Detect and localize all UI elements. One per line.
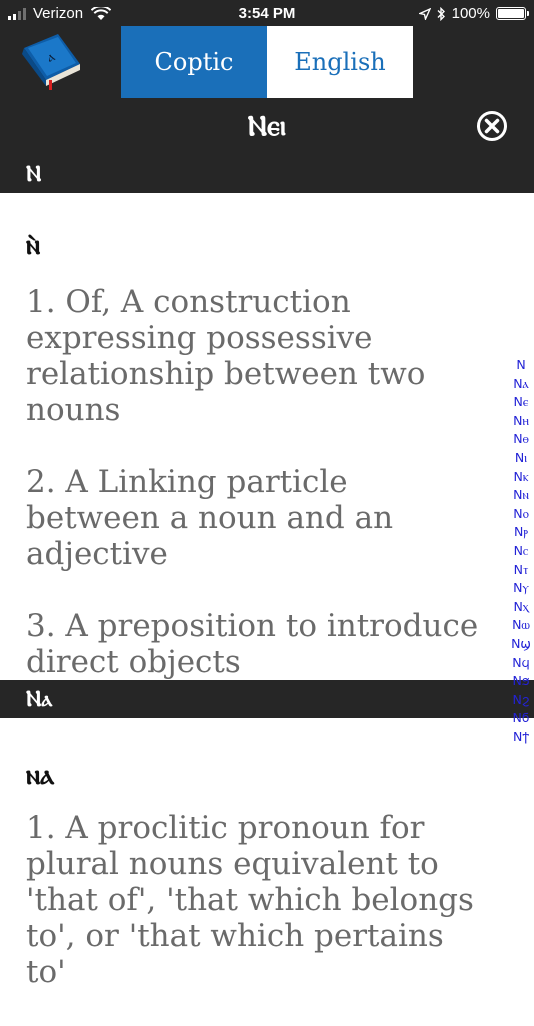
index-item[interactable]: Nⲓ bbox=[515, 449, 527, 468]
definition-list: 1. Of, A construction expressing possess… bbox=[26, 284, 486, 716]
index-item[interactable]: Nⲧ bbox=[514, 561, 529, 580]
page-title: Ⲛⲉⲓ bbox=[247, 109, 287, 142]
index-item[interactable]: Nⲑ bbox=[513, 430, 529, 449]
index-item[interactable]: Nϭ bbox=[513, 709, 530, 728]
status-right: 100% bbox=[418, 5, 529, 22]
index-item[interactable]: Nϧ bbox=[512, 672, 529, 691]
definition-item: 3. A preposition to introduce direct obj… bbox=[26, 608, 479, 680]
section-header: Ⲛⲁ bbox=[0, 680, 534, 718]
index-item[interactable]: Nⲕ bbox=[513, 468, 528, 487]
section-header: Ⲛ bbox=[0, 155, 534, 193]
index-item[interactable]: Nⲣ bbox=[514, 523, 528, 542]
battery-icon bbox=[496, 7, 529, 20]
book-icon[interactable]: ⲁ bbox=[18, 30, 84, 92]
index-item[interactable]: Nϩ bbox=[513, 691, 530, 710]
battery-fill bbox=[498, 9, 524, 18]
index-item[interactable]: Nϯ bbox=[513, 728, 529, 747]
battery-percent: 100% bbox=[451, 5, 490, 22]
entry-word: ⲛ̀ bbox=[26, 228, 41, 261]
definition-list: 1. A proclitic pronoun for plural nouns … bbox=[26, 810, 486, 1026]
definition-item: 1. A proclitic pronoun for plural nouns … bbox=[26, 810, 474, 990]
index-item[interactable]: Nⲟ bbox=[513, 505, 528, 524]
index-item[interactable]: Nⲁ bbox=[513, 375, 529, 394]
language-toggle: Coptic English bbox=[121, 26, 413, 98]
index-item[interactable]: Nⲱ bbox=[512, 616, 530, 635]
index-item[interactable]: Nⲥ bbox=[514, 542, 529, 561]
bluetooth-icon bbox=[437, 6, 445, 21]
index-item[interactable]: Nⲉ bbox=[514, 393, 529, 412]
index-item[interactable]: Nⲏ bbox=[513, 412, 529, 431]
index-item[interactable]: Nϥ bbox=[512, 654, 530, 673]
definition-item: 2. A Linking particle between a noun and… bbox=[26, 464, 394, 572]
location-arrow-icon bbox=[418, 7, 431, 20]
index-item[interactable]: Nⲛ bbox=[513, 486, 529, 505]
index-item[interactable]: N bbox=[516, 356, 525, 375]
status-bar: Verizon 3:54 PM 100% bbox=[0, 0, 534, 28]
tab-coptic[interactable]: Coptic bbox=[121, 26, 267, 98]
index-item[interactable]: Nⲭ bbox=[513, 598, 528, 617]
definition-item: 1. Of, A construction expressing possess… bbox=[26, 284, 426, 428]
entry-word: ⲛⲁ bbox=[26, 758, 55, 791]
index-item[interactable]: Nϣ bbox=[511, 635, 531, 654]
close-icon[interactable] bbox=[476, 110, 508, 142]
index-item[interactable]: Nⲩ bbox=[513, 579, 529, 598]
section-index[interactable]: N Nⲁ Nⲉ Nⲏ Nⲑ Nⲓ Nⲕ Nⲛ Nⲟ Nⲣ Nⲥ Nⲧ Nⲩ Nⲭ Nⲱ Nϣ Nϥ Nϧ Nϩ Nϭ N… bbox=[506, 356, 534, 746]
tab-english[interactable]: English bbox=[267, 26, 413, 98]
